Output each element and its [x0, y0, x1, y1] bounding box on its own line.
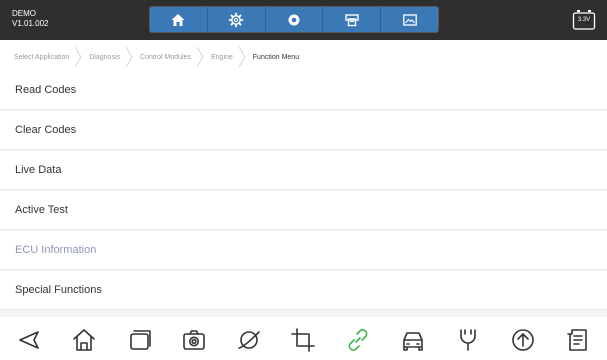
toolbar-home-button[interactable] [150, 7, 208, 32]
browser-button[interactable] [232, 323, 266, 357]
breadcrumb-label: Function Menu [252, 53, 300, 61]
camera-icon [182, 330, 205, 350]
car-icon [403, 332, 424, 351]
function-menu-list: Read Codes Clear Codes Live Data Active … [0, 71, 607, 317]
battery-voltage: 3.3V [577, 17, 591, 23]
home-icon [171, 13, 185, 26]
breadcrumb-select-application[interactable]: Select Application [6, 46, 82, 68]
crop-icon [291, 328, 316, 352]
vci-button[interactable] [451, 323, 485, 357]
app-info: DEMO V1.01.002 [12, 9, 48, 29]
recent-apps-button[interactable] [122, 323, 156, 357]
battery-indicator: 3.3V [572, 9, 596, 31]
settings-gear-icon [228, 12, 244, 27]
back-button[interactable] [12, 323, 46, 357]
menu-item-read-codes[interactable]: Read Codes [0, 71, 607, 110]
record-icon [288, 14, 300, 25]
bottom-nav-bar [0, 320, 607, 360]
printer-icon [345, 13, 359, 26]
breadcrumb-label: Diagnosis [89, 53, 121, 61]
browser-icon [237, 331, 260, 349]
menu-item-clear-codes[interactable]: Clear Codes [0, 111, 607, 150]
report-button[interactable] [561, 323, 595, 357]
toolbar-screenshot-button[interactable] [381, 7, 438, 32]
camera-button[interactable] [177, 323, 211, 357]
link-icon [349, 329, 368, 351]
app-name: DEMO [12, 9, 36, 18]
breadcrumb-function-menu: Function Menu [245, 46, 311, 68]
toolbar [149, 6, 439, 33]
upload-button[interactable] [506, 323, 540, 357]
vehicle-button[interactable] [396, 323, 430, 357]
breadcrumb-control-modules[interactable]: Control Modules [132, 46, 204, 68]
menu-item-special-functions[interactable]: Special Functions [0, 271, 607, 310]
app-version: V1.01.002 [12, 19, 49, 28]
toolbar-settings-button[interactable] [208, 7, 266, 32]
menu-item-ecu-information[interactable]: ECU Information [0, 231, 607, 270]
vci-icon [460, 329, 476, 351]
breadcrumb-diagnosis[interactable]: Diagnosis [81, 46, 133, 68]
back-icon [19, 331, 39, 349]
breadcrumb-label: Control Modules [140, 53, 191, 61]
toolbar-print-button[interactable] [323, 7, 382, 32]
upload-icon [512, 329, 534, 351]
menu-item-active-test[interactable]: Active Test [0, 191, 607, 230]
menu-item-live-data[interactable]: Live Data [0, 151, 607, 190]
recent-apps-icon [129, 330, 151, 350]
top-bar: DEMO V1.01.002 3.3V [0, 0, 607, 40]
breadcrumb: Select Application Diagnosis Control Mod… [0, 46, 607, 68]
system-home-button[interactable] [67, 323, 101, 357]
image-icon [402, 13, 417, 26]
breadcrumb-label: Select Application [14, 53, 70, 61]
breadcrumb-engine[interactable]: Engine [203, 46, 246, 68]
home-icon [73, 329, 95, 351]
report-icon [567, 329, 587, 351]
breadcrumb-label: Engine [210, 53, 233, 61]
crop-button[interactable] [286, 323, 320, 357]
connection-button[interactable] [341, 323, 375, 357]
toolbar-record-button[interactable] [266, 7, 324, 32]
